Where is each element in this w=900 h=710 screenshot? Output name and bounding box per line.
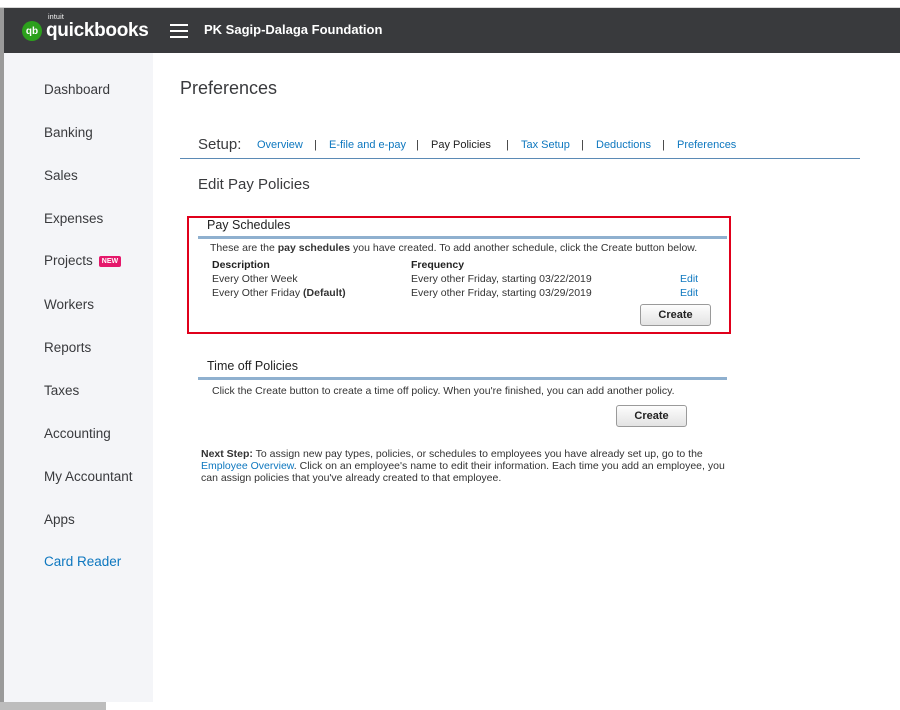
window-top-edge: [0, 0, 900, 8]
sidebar-item-projects[interactable]: Projects NEW: [44, 253, 122, 268]
schedule-frequency: Every other Friday, starting 03/29/2019: [411, 287, 592, 299]
next-step-note: Next Step: To assign new pay types, poli…: [201, 448, 725, 484]
time-off-policies-title: Time off Policies: [207, 359, 299, 373]
sidebar-item-accounting[interactable]: Accounting: [44, 426, 111, 441]
page-title: Preferences: [180, 78, 278, 98]
setup-tab-bar: Setup: Overview | E-file and e-pay | Pay…: [180, 134, 860, 159]
pay-schedules-title: Pay Schedules: [207, 218, 291, 232]
main-content: Preferences Setup: Overview | E-file and…: [153, 53, 900, 710]
sidebar-item-workers[interactable]: Workers: [44, 297, 94, 312]
intuit-wordmark: intuit: [48, 14, 64, 21]
tab-pay-policies[interactable]: Pay Policies: [431, 139, 491, 151]
create-pay-schedule-button[interactable]: Create: [640, 304, 711, 326]
tab-overview[interactable]: Overview: [257, 139, 303, 151]
time-off-intro: Click the Create button to create a time…: [212, 385, 675, 397]
column-header-frequency: Frequency: [411, 259, 465, 271]
sidebar-item-my-accountant[interactable]: My Accountant: [44, 469, 133, 484]
sidebar-item-dashboard[interactable]: Dashboard: [44, 82, 110, 97]
sidebar-item-apps[interactable]: Apps: [44, 512, 75, 527]
schedule-description: Every Other Week: [212, 273, 298, 285]
tab-separator: |: [662, 139, 665, 151]
column-header-description: Description: [212, 259, 270, 271]
default-tag: (Default): [303, 287, 346, 299]
tab-preferences[interactable]: Preferences: [677, 139, 736, 151]
time-off-divider: [198, 377, 727, 380]
new-badge: NEW: [98, 256, 122, 267]
tab-separator: |: [314, 139, 317, 151]
quickbooks-logo[interactable]: qb intuit quickbooks: [22, 14, 149, 43]
tab-separator: |: [581, 139, 584, 151]
window-bottom-edge: [0, 702, 106, 710]
tab-separator: |: [506, 139, 509, 151]
qb-logo-icon: qb: [22, 21, 42, 41]
sidebar-item-card-reader[interactable]: Card Reader: [44, 554, 121, 569]
sidebar-nav: Dashboard Banking Sales Expenses Project…: [4, 53, 153, 702]
setup-label: Setup:: [198, 136, 242, 153]
sidebar-item-taxes[interactable]: Taxes: [44, 383, 79, 398]
sidebar-item-label: Projects: [44, 253, 93, 268]
sidebar-item-expenses[interactable]: Expenses: [44, 211, 103, 226]
sidebar-item-sales[interactable]: Sales: [44, 168, 78, 183]
pay-schedules-divider: [198, 236, 727, 239]
tab-separator: |: [416, 139, 419, 151]
edit-schedule-link[interactable]: Edit: [680, 287, 698, 299]
top-header: qb intuit quickbooks PK Sagip-Dalaga Fou…: [4, 8, 900, 53]
section-title: Edit Pay Policies: [198, 176, 310, 193]
edit-schedule-link[interactable]: Edit: [680, 273, 698, 285]
employee-overview-link[interactable]: Employee Overview: [201, 460, 294, 472]
sidebar-item-reports[interactable]: Reports: [44, 340, 91, 355]
tab-efile-epay[interactable]: E-file and e-pay: [329, 139, 406, 151]
tab-tax-setup[interactable]: Tax Setup: [521, 139, 570, 151]
schedule-frequency: Every other Friday, starting 03/22/2019: [411, 273, 592, 285]
create-time-off-policy-button[interactable]: Create: [616, 405, 687, 427]
next-step-label: Next Step:: [201, 448, 253, 460]
schedule-description: Every Other Friday (Default): [212, 287, 346, 299]
tab-deductions[interactable]: Deductions: [596, 139, 651, 151]
company-name: PK Sagip-Dalaga Foundation: [204, 22, 383, 37]
quickbooks-wordmark: quickbooks: [46, 20, 149, 41]
hamburger-menu-icon[interactable]: [170, 24, 188, 38]
sidebar-item-banking[interactable]: Banking: [44, 125, 93, 140]
pay-schedules-intro: These are the pay schedules you have cre…: [210, 242, 698, 254]
